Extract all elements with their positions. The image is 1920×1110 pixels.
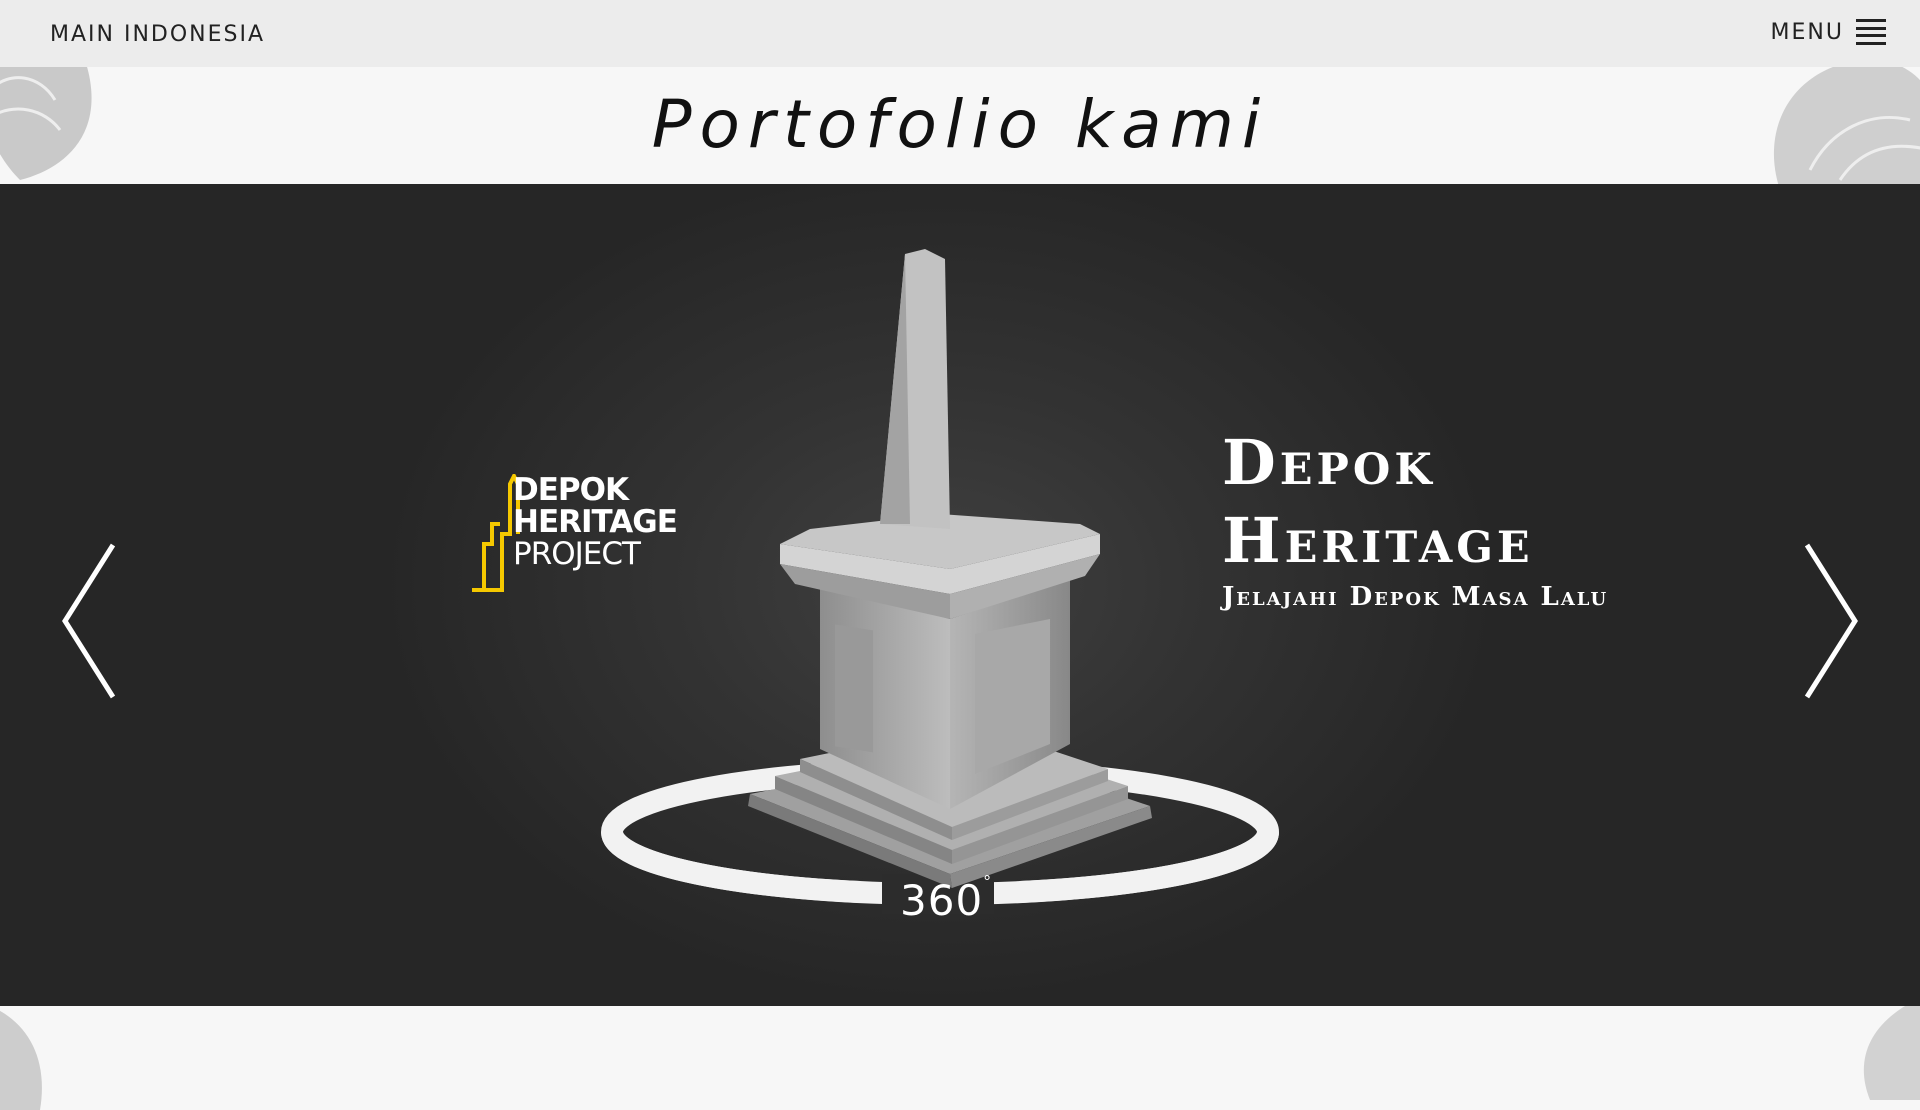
brand-name[interactable]: MAIN INDONESIA — [50, 22, 265, 47]
chevron-right-icon[interactable] — [1795, 541, 1865, 701]
chevron-left-icon[interactable] — [55, 541, 125, 701]
view-360-label[interactable]: 360° — [900, 872, 992, 925]
page-title: Portofolio kami — [651, 86, 1269, 163]
slide-headline: Depok Heritage Jelajahi Depok Masa Lalu — [1222, 424, 1608, 612]
view-360-number: 360 — [900, 876, 984, 925]
flower-decoration — [0, 1010, 42, 1110]
hamburger-icon — [1856, 19, 1886, 45]
headline-line-1: Depok — [1222, 426, 1436, 499]
headline-line-2: Heritage — [1222, 504, 1534, 577]
top-navigation-bar: MAIN INDONESIA MENU — [0, 0, 1920, 67]
logo-text-project: PROJECT — [513, 536, 641, 572]
headline-tagline: Jelajahi Depok Masa Lalu — [1222, 582, 1609, 612]
menu-label: MENU — [1770, 19, 1844, 45]
degree-symbol: ° — [983, 872, 993, 891]
portfolio-slider: DEPOK HERITAGE PROJECT Depok Heritage Je… — [0, 184, 1920, 1006]
logo-text-depok: DEPOK — [513, 472, 629, 508]
depok-heritage-logo: DEPOK HERITAGE PROJECT — [470, 474, 690, 604]
menu-button[interactable]: MENU — [1771, 14, 1886, 50]
flower-decoration — [1863, 998, 1920, 1100]
logo-text-heritage: HERITAGE — [513, 504, 678, 540]
